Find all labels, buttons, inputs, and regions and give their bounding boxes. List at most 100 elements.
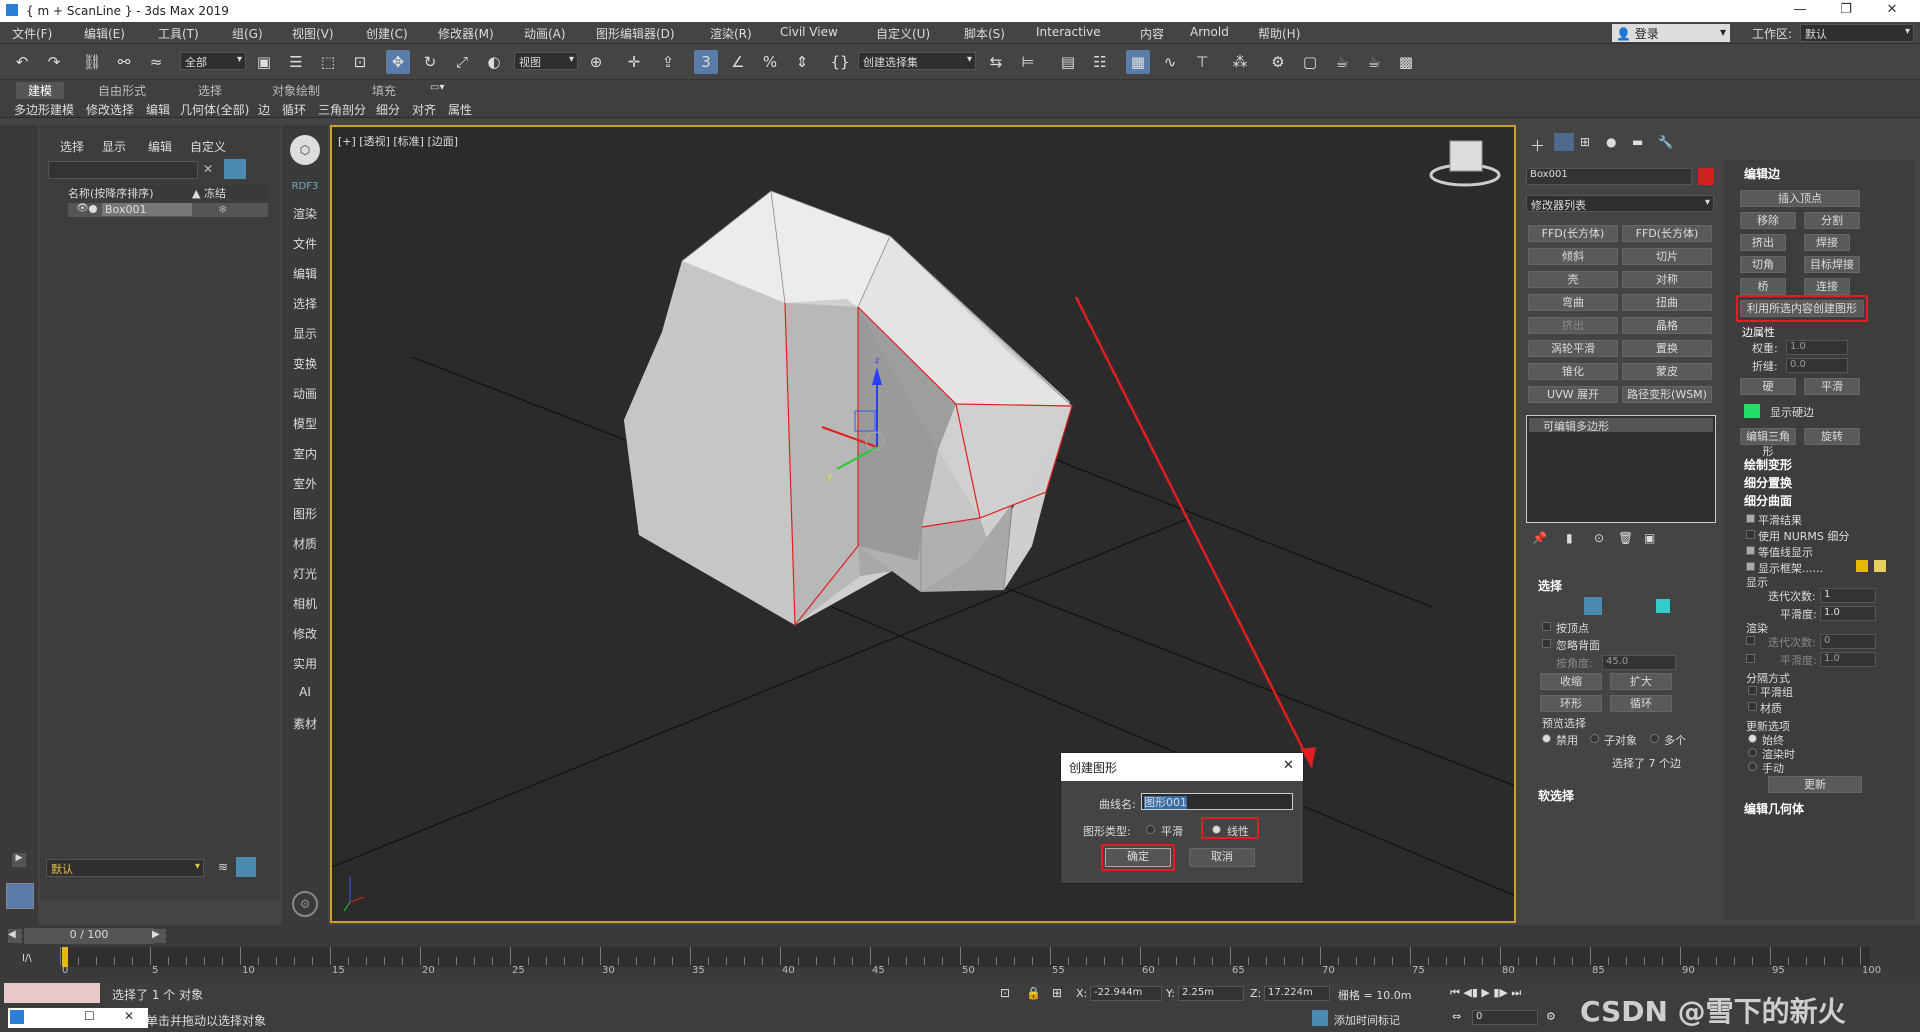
menu-item[interactable]: 文件(F)	[12, 25, 52, 42]
layer-explorer-icon[interactable]: ☷	[1088, 50, 1112, 74]
modifier-button[interactable]: 涡轮平滑	[1528, 340, 1618, 357]
ribbon-subitem[interactable]: 多边形建模	[14, 101, 74, 118]
ribbon-tab[interactable]: 对象绘制	[272, 82, 320, 99]
render-iter-checkbox[interactable]	[1746, 636, 1755, 645]
percent-snap-icon[interactable]: %	[758, 50, 782, 74]
modify-tab-icon[interactable]	[1554, 133, 1574, 151]
hard-button[interactable]: 硬	[1740, 378, 1796, 395]
spinner-snap-icon[interactable]: ⇕	[790, 50, 814, 74]
minimize-icon[interactable]: —	[1780, 2, 1820, 17]
mirror-icon[interactable]: ⇆	[984, 50, 1008, 74]
place-icon[interactable]: ◐	[482, 50, 506, 74]
scene-explorer-icon[interactable]: ▤	[1056, 50, 1080, 74]
preview-subobject-radio[interactable]	[1590, 734, 1599, 743]
ribbon-subitem[interactable]: 三角剖分	[318, 101, 366, 118]
turn-button[interactable]: 旋转	[1804, 428, 1860, 445]
smooth-radio[interactable]	[1146, 825, 1155, 834]
ribbon-subitem[interactable]: 修改选择	[86, 101, 134, 118]
menu-item[interactable]: 图形编辑器(D)	[596, 25, 675, 42]
command-item[interactable]: 相机	[282, 595, 328, 612]
remove-button[interactable]: 移除	[1740, 212, 1796, 229]
window-crossing-icon[interactable]: ⊡	[348, 50, 372, 74]
subdivision-displacement-header[interactable]: 细分置换	[1744, 474, 1792, 491]
menu-item[interactable]: Arnold	[1190, 25, 1229, 39]
time-cursor[interactable]	[62, 947, 68, 967]
ribbon-subitem[interactable]: 细分	[376, 101, 400, 118]
snaps-toggle-icon[interactable]: 3	[694, 50, 718, 74]
command-item[interactable]: 实用	[282, 655, 328, 672]
create-tab-icon[interactable]: ＋	[1530, 135, 1545, 156]
command-item[interactable]: 动画	[282, 385, 328, 402]
unlink-icon[interactable]: ⚯	[112, 50, 136, 74]
object-name-input[interactable]: Box001	[1526, 168, 1692, 185]
menu-item[interactable]: 帮助(H)	[1258, 25, 1300, 42]
workspace-dropdown[interactable]: 默认	[1800, 24, 1914, 42]
command-item[interactable]: 图形	[282, 505, 328, 522]
maximize-icon[interactable]: ❐	[1826, 2, 1866, 17]
motion-tab-icon[interactable]: ●	[1606, 135, 1616, 149]
absolute-mode-icon[interactable]: ⊞	[1052, 986, 1062, 1000]
command-item[interactable]: 修改	[282, 625, 328, 642]
subdivision-surface-header[interactable]: 细分曲面	[1744, 492, 1792, 509]
menu-item[interactable]: 组(G)	[232, 25, 263, 42]
hard-edge-color-swatch[interactable]	[1744, 404, 1760, 418]
ribbon-subitem[interactable]: 属性	[448, 101, 472, 118]
modifier-button[interactable]: 锥化	[1528, 363, 1618, 380]
menu-item[interactable]: 渲染(R)	[710, 25, 752, 42]
schematic-view-icon[interactable]: ⊤	[1190, 50, 1214, 74]
chamfer-button[interactable]: 切角	[1740, 256, 1786, 273]
menu-item[interactable]: 内容	[1140, 25, 1164, 42]
restore-icon[interactable]: ☐	[84, 1009, 95, 1023]
modifier-button[interactable]: FFD(长方体)	[1528, 225, 1618, 242]
make-unique-icon[interactable]: ⊙	[1594, 531, 1604, 545]
object-color-swatch[interactable]	[1698, 168, 1714, 185]
render-cloud-icon[interactable]: ▩	[1394, 50, 1418, 74]
command-item[interactable]: 灯光	[282, 565, 328, 582]
shrink-button[interactable]: 收缩	[1540, 673, 1602, 690]
menu-item[interactable]: 工具(T)	[158, 25, 199, 42]
ribbon-tab[interactable]: 填充	[372, 82, 396, 99]
rect-selection-icon[interactable]: ⬚	[316, 50, 340, 74]
track-bar-icon[interactable]: I/\	[22, 953, 32, 964]
weight-spinner[interactable]: 1.0	[1786, 340, 1848, 355]
sep-smoothing-checkbox[interactable]	[1748, 686, 1757, 695]
edit-geometry-header[interactable]: 编辑几何体	[1744, 800, 1804, 817]
cage-color-2[interactable]	[1874, 560, 1886, 572]
smooth-button[interactable]: 平滑	[1804, 378, 1860, 395]
selection-rollout-header[interactable]: 选择	[1538, 577, 1562, 594]
modifier-button[interactable]: 壳	[1528, 271, 1618, 288]
command-item[interactable]: 模型	[282, 415, 328, 432]
settings-icon[interactable]: ⚙	[292, 891, 318, 917]
ribbon-tab[interactable]: 自由形式	[98, 82, 146, 99]
column-name[interactable]: 名称(按降序排序)	[68, 185, 154, 201]
target-weld-button[interactable]: 目标焊接	[1804, 256, 1860, 273]
modifier-button[interactable]: 挤出	[1528, 317, 1618, 334]
menu-item[interactable]: Civil View	[780, 25, 838, 39]
scene-tab[interactable]: 选择	[60, 138, 84, 155]
utilities-tab-icon[interactable]: 🔧	[1658, 135, 1673, 149]
menu-item[interactable]: 脚本(S)	[964, 25, 1005, 42]
scene-tab[interactable]: 显示	[102, 138, 126, 155]
modifier-button[interactable]: 切片	[1622, 248, 1712, 265]
render-setup-icon[interactable]: ⚙	[1266, 50, 1290, 74]
command-item[interactable]: 室内	[282, 445, 328, 462]
scene-row-box001[interactable]: 👁 Box001 ❄	[68, 203, 268, 217]
modifier-button[interactable]: 置换	[1622, 340, 1712, 357]
ribbon-subitem[interactable]: 几何体(全部)	[180, 101, 249, 118]
ribbon-subitem[interactable]: 循环	[282, 101, 306, 118]
login-button[interactable]: 👤 登录 ▾	[1612, 24, 1730, 42]
split-button[interactable]: 分割	[1804, 212, 1860, 229]
curve-editor-icon[interactable]: ∿	[1158, 50, 1182, 74]
command-item[interactable]: 文件	[282, 235, 328, 252]
subobject-icons[interactable]	[1552, 597, 1672, 615]
bind-space-warp-icon[interactable]: ≈	[144, 50, 168, 74]
command-item[interactable]: 渲染	[282, 205, 328, 222]
ribbon-subitem[interactable]: 对齐	[412, 101, 436, 118]
command-item[interactable]: 室外	[282, 475, 328, 492]
menu-item[interactable]: 修改器(M)	[438, 25, 494, 42]
modifier-button[interactable]: 对称	[1622, 271, 1712, 288]
select-by-name-icon[interactable]: ☰	[284, 50, 308, 74]
menu-item[interactable]: 动画(A)	[524, 25, 566, 42]
update-render-radio[interactable]	[1748, 748, 1757, 757]
viewport-layout-icon[interactable]	[6, 883, 34, 909]
